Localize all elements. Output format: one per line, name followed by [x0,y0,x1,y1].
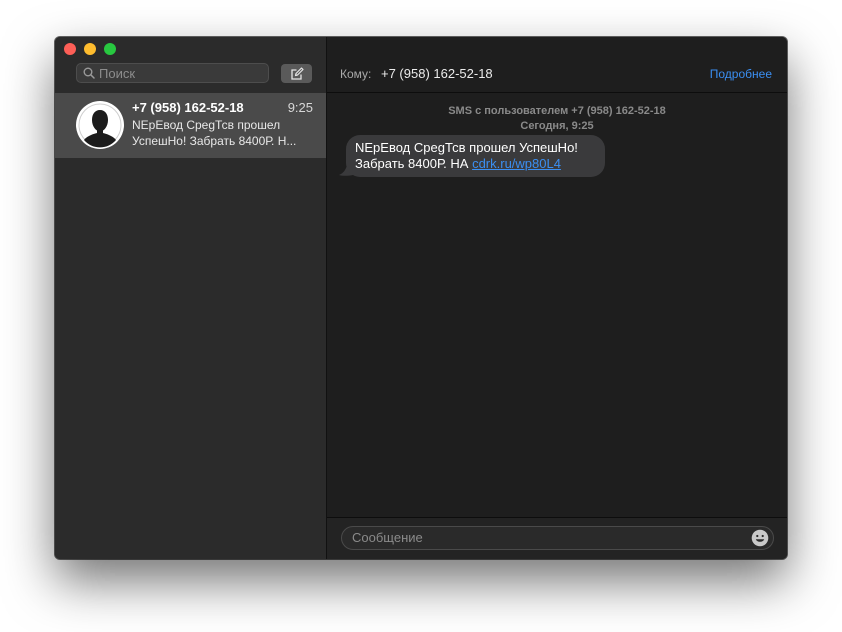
thread-timestamp: Сегодня, 9:25 [520,120,594,132]
compose-button[interactable] [281,64,312,83]
avatar-placeholder-icon [78,103,122,148]
thread-service-info: SMS с пользователем +7 (958) 162-52-18 [448,105,666,117]
message-field[interactable] [341,526,774,550]
recipient-value: +7 (958) 162-52-18 [381,66,493,81]
emoji-icon[interactable] [751,529,769,547]
avatar [76,101,124,149]
conversation-item[interactable]: +7 (958) 162-52-18 9:25 NEpЕвод СрegТсв … [55,93,326,158]
conversation-pane: Кому: +7 (958) 162-52-18 Подробнее SMS с… [327,37,787,559]
conversation-preview: NEpЕвод СрegТсв прошел УспешНо! Забрать … [132,118,297,148]
conversation-name: +7 (958) 162-52-18 [132,100,244,115]
compose-icon [290,66,304,80]
details-link[interactable]: Подробнее [710,67,772,81]
conversation-header: Кому: +7 (958) 162-52-18 Подробнее [327,37,787,93]
composer-bar [327,517,787,559]
message-bubble[interactable]: NEpЕвод СрegТсв прошел УспешНо! Забрать … [346,135,605,177]
zoom-window-button[interactable] [104,43,116,55]
sidebar: +7 (958) 162-52-18 9:25 NEpЕвод СрegТсв … [55,37,327,559]
search-input[interactable] [99,65,259,81]
search-field[interactable] [76,63,269,83]
conversation-time: 9:25 [287,100,313,115]
search-icon [83,67,95,79]
messages-window: +7 (958) 162-52-18 9:25 NEpЕвод СрegТсв … [55,37,787,559]
recipient-label: Кому: [340,67,372,81]
minimize-window-button[interactable] [84,43,96,55]
close-window-button[interactable] [64,43,76,55]
message-input[interactable] [352,530,742,545]
window-controls [64,43,116,55]
message-link[interactable]: cdrk.ru/wp80L4 [472,156,561,171]
thread-info: SMS с пользователем +7 (958) 162-52-18 С… [327,104,787,134]
